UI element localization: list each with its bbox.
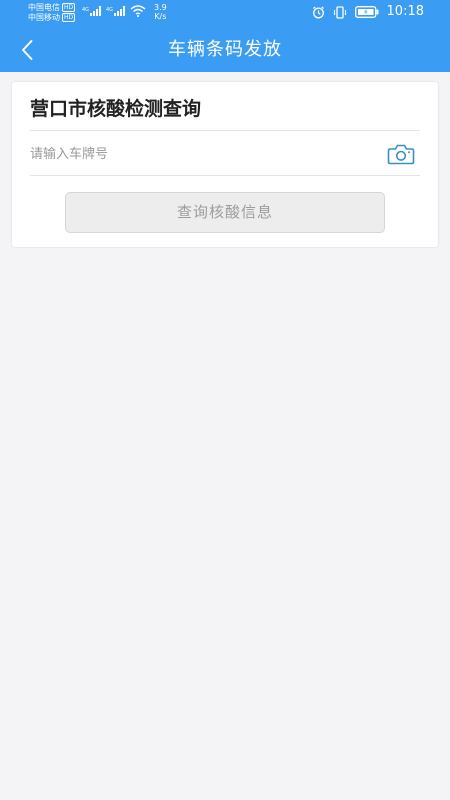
hd-badge-1: HD (62, 3, 76, 12)
signal-icon: 4G (82, 6, 101, 16)
carrier-info: 中国电信 HD 中国移动 HD (28, 3, 76, 23)
carrier-1-label: 中国电信 (28, 3, 60, 12)
input-divider (30, 175, 420, 176)
wifi-icon (130, 5, 146, 17)
battery-icon (354, 6, 379, 18)
hd-badge-2: HD (62, 13, 76, 22)
carrier-2: 中国移动 HD (28, 13, 76, 23)
app-header: 中国电信 HD 中国移动 HD 4G 4G 3.9 K/s 10:18 车辆条码… (0, 0, 450, 72)
card-title: 营口市核酸检测查询 (30, 98, 202, 120)
clock: 10:18 (386, 4, 424, 19)
carrier-1: 中国电信 HD (28, 3, 76, 13)
page-title: 车辆条码发放 (168, 39, 282, 60)
signal-icon-2: 4G (106, 6, 125, 16)
camera-button[interactable] (386, 140, 416, 168)
plate-number-input[interactable] (30, 139, 370, 169)
vibrate-icon (333, 5, 346, 19)
status-right: 10:18 (312, 4, 424, 20)
alarm-icon (312, 6, 324, 18)
speed-value: 3.9 (154, 3, 167, 12)
camera-icon (387, 144, 415, 165)
query-nucleic-info-button[interactable]: 查询核酸信息 (65, 192, 385, 233)
status-bar: 中国电信 HD 中国移动 HD 4G 4G 3.9 K/s 10:18 (0, 0, 450, 26)
network-speed: 3.9 K/s (154, 3, 167, 21)
svg-text:4G: 4G (106, 7, 113, 13)
query-card: 营口市核酸检测查询 查询核酸信息 (12, 82, 438, 247)
carrier-2-label: 中国移动 (28, 13, 60, 22)
signal-indicators: 4G 4G (82, 5, 146, 17)
speed-unit: K/s (154, 12, 167, 21)
svg-text:4G: 4G (82, 7, 89, 13)
title-divider (30, 130, 420, 131)
